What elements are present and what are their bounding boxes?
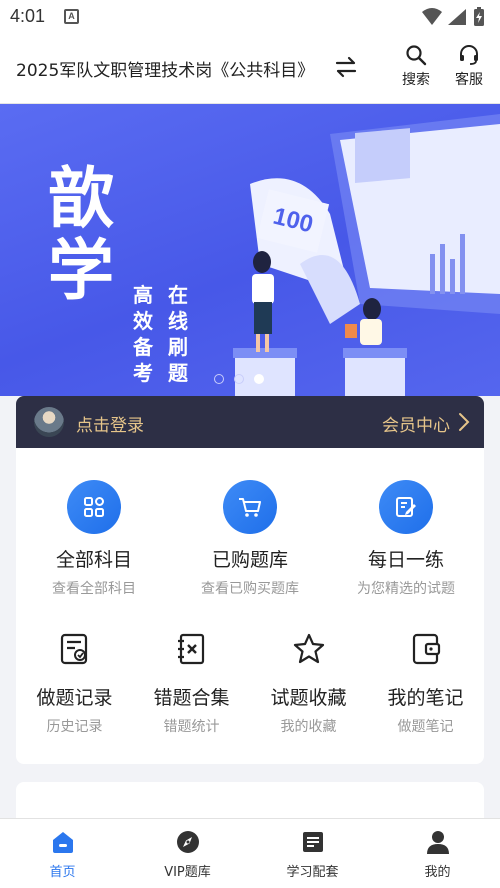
banner-slogan-2: 在线刷题 bbox=[168, 283, 188, 385]
status-time: 4:01 bbox=[10, 6, 46, 26]
home-icon bbox=[52, 832, 73, 853]
feature-title: 每日一练 bbox=[367, 549, 444, 571]
feature-title: 试题收藏 bbox=[270, 687, 347, 709]
edit-icon bbox=[379, 480, 433, 534]
signal-icon bbox=[448, 9, 466, 25]
cart-icon bbox=[223, 480, 277, 534]
carousel-dot[interactable] bbox=[234, 374, 244, 384]
wrong-icon bbox=[177, 633, 204, 665]
search-icon bbox=[406, 45, 427, 66]
tab-study-materials[interactable]: 学习配套 bbox=[250, 829, 375, 880]
record-icon bbox=[60, 633, 87, 665]
daily-practice-entry[interactable]: 每日一练 为您精选的试题 bbox=[328, 480, 484, 598]
search-label: 搜索 bbox=[402, 72, 430, 88]
carousel-indicator bbox=[214, 369, 274, 388]
all-subjects-entry[interactable]: 全部科目 查看全部科目 bbox=[16, 480, 172, 598]
status-icons bbox=[422, 7, 484, 26]
favorites-entry[interactable]: 试题收藏 我的收藏 bbox=[250, 632, 367, 736]
tab-label: VIP题库 bbox=[164, 865, 211, 880]
search-button[interactable]: 搜索 bbox=[396, 44, 436, 94]
promo-banner[interactable]: 歆 学 高效备考 在线刷题 100 bbox=[0, 104, 500, 396]
feature-title: 全部科目 bbox=[55, 549, 132, 571]
tab-label: 学习配套 bbox=[286, 865, 339, 880]
banner-big-char-1: 歆 bbox=[48, 160, 114, 237]
feature-subtitle: 做题笔记 bbox=[397, 719, 454, 735]
wifi-icon bbox=[422, 8, 442, 25]
feature-subtitle: 错题统计 bbox=[163, 719, 220, 735]
feature-subtitle: 查看全部科目 bbox=[52, 581, 136, 597]
document-icon bbox=[302, 832, 323, 852]
notification-a-icon: A bbox=[64, 9, 79, 24]
bottom-tab-bar: 首页 VIP题库 学习配套 我的 bbox=[0, 818, 500, 888]
grid-icon bbox=[67, 480, 121, 534]
feature-subtitle: 为您精选的试题 bbox=[357, 581, 455, 597]
tab-vip[interactable]: VIP题库 bbox=[125, 829, 250, 880]
feature-subtitle: 历史记录 bbox=[46, 719, 103, 735]
course-title[interactable]: 2025军队文职管理技术岗《公共科目》 bbox=[16, 56, 314, 81]
member-center-link[interactable]: 会员中心 bbox=[382, 411, 450, 436]
carousel-dot[interactable] bbox=[214, 374, 224, 384]
star-icon bbox=[293, 633, 324, 664]
person-icon bbox=[426, 831, 449, 854]
feature-title: 已购题库 bbox=[211, 549, 288, 571]
headset-icon bbox=[460, 45, 478, 65]
compass-icon bbox=[176, 831, 199, 853]
banner-slogan-1: 高效备考 bbox=[133, 283, 153, 385]
feature-card: 全部科目 查看全部科目 已购题库 查看已购买题库 每日一练 为您精选的试题 做题… bbox=[16, 448, 484, 764]
tab-home[interactable]: 首页 bbox=[0, 829, 125, 880]
status-bar: 4:01 A bbox=[0, 0, 500, 34]
feature-subtitle: 查看已购买题库 bbox=[201, 581, 299, 597]
tab-label: 我的 bbox=[424, 865, 451, 880]
chevron-right-icon[interactable] bbox=[458, 412, 470, 432]
customer-service-button[interactable]: 客服 bbox=[449, 44, 489, 94]
note-icon bbox=[412, 633, 440, 665]
purchased-bank-entry[interactable]: 已购题库 查看已购买题库 bbox=[172, 480, 328, 598]
wrong-questions-entry[interactable]: 错题合集 错题统计 bbox=[133, 632, 250, 736]
carousel-dot-active[interactable] bbox=[254, 374, 264, 384]
feature-title: 做题记录 bbox=[36, 687, 113, 709]
login-link[interactable]: 点击登录 bbox=[76, 411, 144, 436]
banner-big-char-2: 学 bbox=[48, 232, 114, 309]
notes-entry[interactable]: 我的笔记 做题笔记 bbox=[367, 632, 484, 736]
tab-profile[interactable]: 我的 bbox=[375, 829, 500, 880]
practice-record-entry[interactable]: 做题记录 历史记录 bbox=[16, 632, 133, 736]
app-header: 2025军队文职管理技术岗《公共科目》 搜索 客服 bbox=[0, 34, 500, 104]
feature-subtitle: 我的收藏 bbox=[280, 719, 337, 735]
login-bar: 点击登录 会员中心 bbox=[16, 396, 484, 448]
avatar[interactable] bbox=[34, 407, 64, 437]
customer-service-label: 客服 bbox=[455, 72, 483, 88]
swap-icon[interactable] bbox=[333, 54, 359, 80]
feature-title: 错题合集 bbox=[153, 687, 230, 709]
tab-label: 首页 bbox=[49, 865, 76, 880]
feature-title: 我的笔记 bbox=[387, 687, 464, 709]
